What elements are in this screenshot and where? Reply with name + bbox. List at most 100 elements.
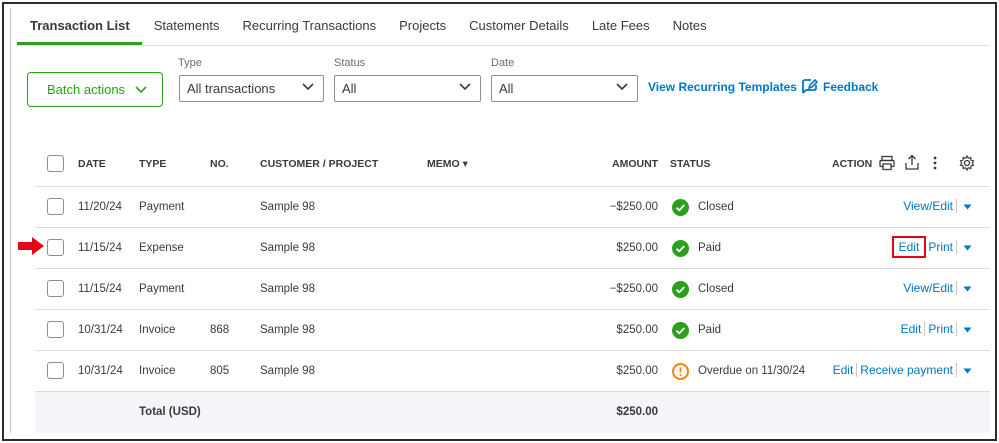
- col-customer[interactable]: CUSTOMER / PROJECT: [260, 158, 378, 170]
- feedback-link[interactable]: Feedback: [823, 80, 878, 94]
- date-select[interactable]: All: [491, 75, 638, 102]
- row-amount: $250.00: [616, 324, 658, 336]
- row-amount: −$250.00: [609, 283, 658, 295]
- tab-customer-details[interactable]: Customer Details: [469, 14, 569, 46]
- row-type: Invoice: [139, 365, 176, 377]
- col-status[interactable]: STATUS: [670, 158, 710, 170]
- row-type: Expense: [139, 242, 184, 254]
- receive-payment-link[interactable]: Receive payment: [860, 363, 953, 377]
- row-checkbox[interactable]: [47, 362, 64, 379]
- chevron-down-icon: [302, 83, 314, 91]
- caret-down-icon[interactable]: [963, 199, 972, 213]
- divider: [956, 199, 957, 213]
- tab-projects[interactable]: Projects: [399, 14, 446, 46]
- row-checkbox[interactable]: [47, 239, 64, 256]
- caret-down-icon[interactable]: [963, 240, 972, 254]
- chevron-down-icon: [616, 83, 628, 91]
- row-customer: Sample 98: [260, 283, 315, 295]
- row-amount: $250.00: [616, 365, 658, 377]
- tab-recurring-transactions[interactable]: Recurring Transactions: [242, 14, 376, 46]
- row-actions: View/Edit: [903, 199, 972, 213]
- divider: [956, 322, 957, 336]
- red-arrow-icon: [17, 236, 45, 259]
- col-no[interactable]: NO.: [210, 158, 229, 170]
- col-type[interactable]: TYPE: [139, 158, 166, 170]
- row-customer: Sample 98: [260, 365, 315, 377]
- table-row[interactable]: 11/15/24 Payment Sample 98 −$250.00 Clos…: [35, 269, 990, 310]
- row-checkbox[interactable]: [47, 280, 64, 297]
- view-edit-link[interactable]: View/Edit: [903, 281, 953, 295]
- chevron-down-icon: [459, 83, 471, 91]
- row-date: 10/31/24: [78, 324, 123, 336]
- row-status: Paid: [698, 242, 722, 254]
- print-link[interactable]: Print: [928, 322, 953, 336]
- tab-statements[interactable]: Statements: [154, 14, 220, 46]
- table-row[interactable]: 10/31/24 Invoice 805 Sample 98 $250.00 O…: [35, 351, 990, 392]
- tab-notes[interactable]: Notes: [673, 14, 707, 46]
- caret-down-icon[interactable]: [963, 281, 972, 295]
- col-memo[interactable]: MEMO ▾: [427, 158, 468, 170]
- row-customer: Sample 98: [260, 242, 315, 254]
- row-date: 10/31/24: [78, 365, 123, 377]
- row-amount: $250.00: [616, 242, 658, 254]
- settings-icon[interactable]: [959, 154, 975, 174]
- col-date[interactable]: DATE: [78, 158, 106, 170]
- batch-actions-button[interactable]: Batch actions: [27, 72, 163, 107]
- edit-link[interactable]: Edit: [901, 322, 922, 336]
- row-actions: Edit Receive payment: [833, 363, 972, 377]
- row-amount: −$250.00: [609, 201, 658, 213]
- divider: [924, 322, 926, 336]
- table-row[interactable]: 11/20/24 Payment Sample 98 −$250.00 Clos…: [35, 187, 990, 228]
- feedback-icon[interactable]: [801, 78, 819, 98]
- print-link[interactable]: Print: [928, 240, 953, 254]
- batch-actions-label: Batch actions: [47, 82, 126, 97]
- warning-icon: [672, 363, 689, 380]
- row-checkbox[interactable]: [47, 198, 64, 215]
- select-all-checkbox[interactable]: [47, 155, 64, 172]
- caret-down-icon[interactable]: [963, 322, 972, 336]
- type-select-value: All transactions: [187, 81, 276, 96]
- row-date: 11/15/24: [78, 283, 122, 295]
- divider: [956, 281, 957, 295]
- row-status: Closed: [698, 201, 734, 213]
- row-actions: Edit Print: [901, 322, 972, 336]
- row-date: 11/15/24: [78, 242, 122, 254]
- check-icon: [672, 322, 689, 339]
- total-amount: $250.00: [616, 406, 658, 418]
- status-select[interactable]: All: [334, 75, 481, 102]
- tab-bar: Transaction List Statements Recurring Tr…: [17, 14, 730, 46]
- tab-transaction-list[interactable]: Transaction List: [17, 14, 142, 46]
- row-checkbox[interactable]: [47, 321, 64, 338]
- date-label: Date: [491, 57, 515, 69]
- edit-link-highlighted[interactable]: Edit: [891, 236, 927, 258]
- row-actions: Edit Print: [891, 236, 972, 258]
- tabs-divider: [17, 45, 989, 46]
- caret-down-icon[interactable]: [963, 363, 972, 377]
- row-no: 805: [210, 365, 230, 377]
- check-icon: [672, 199, 689, 216]
- total-label: Total (USD): [139, 406, 201, 418]
- table-row[interactable]: 11/15/24 Expense Sample 98 $250.00 Paid …: [35, 228, 990, 269]
- print-icon[interactable]: [879, 155, 895, 174]
- check-icon: [672, 281, 689, 298]
- export-icon[interactable]: [904, 154, 920, 174]
- edit-link[interactable]: Edit: [833, 363, 854, 377]
- date-select-value: All: [499, 81, 514, 96]
- chevron-down-icon: [135, 85, 147, 94]
- row-status: Paid: [698, 324, 722, 336]
- col-amount[interactable]: AMOUNT: [612, 158, 658, 170]
- more-icon[interactable]: [933, 155, 937, 174]
- table-row[interactable]: 10/31/24 Invoice 868 Sample 98 $250.00 P…: [35, 310, 990, 351]
- row-customer: Sample 98: [260, 201, 315, 213]
- view-recurring-templates-link[interactable]: View Recurring Templates: [648, 80, 797, 94]
- row-date: 11/20/24: [78, 201, 122, 213]
- view-edit-link[interactable]: View/Edit: [903, 199, 953, 213]
- table-total-row: Total (USD) $250.00: [35, 392, 990, 433]
- col-action: ACTION: [832, 158, 873, 170]
- type-select[interactable]: All transactions: [179, 75, 324, 102]
- tab-late-fees[interactable]: Late Fees: [592, 14, 650, 46]
- row-no: 868: [210, 324, 230, 336]
- type-label: Type: [178, 57, 202, 69]
- status-select-value: All: [342, 81, 357, 96]
- divider: [956, 240, 957, 254]
